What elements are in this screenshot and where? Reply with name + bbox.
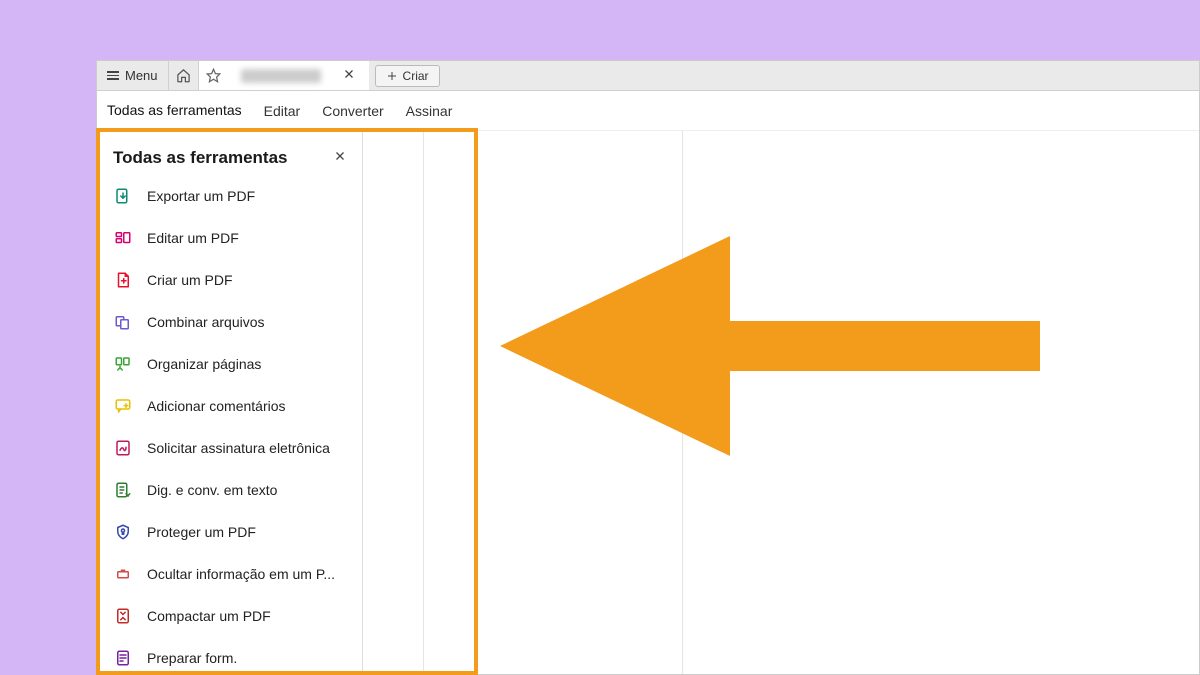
export-pdf-icon (113, 186, 133, 206)
create-label: Criar (403, 69, 429, 83)
star-button[interactable] (199, 61, 229, 90)
tab-all-tools[interactable]: Todas as ferramentas (107, 92, 242, 131)
menu-button[interactable]: Menu (97, 61, 169, 90)
tool-organize[interactable]: Organizar páginas (113, 354, 350, 374)
tools-panel-header: Todas as ferramentas (113, 147, 350, 168)
tool-esign[interactable]: Solicitar assinatura eletrônica (113, 438, 350, 458)
document-page (423, 131, 683, 674)
tab-close-button[interactable] (339, 67, 359, 84)
plus-icon (386, 70, 398, 82)
close-icon (343, 68, 355, 80)
organize-icon (113, 354, 133, 374)
tool-label: Solicitar assinatura eletrônica (147, 440, 330, 456)
ocr-icon (113, 480, 133, 500)
protect-icon (113, 522, 133, 542)
tool-label: Criar um PDF (147, 272, 233, 288)
redact-icon (113, 564, 133, 584)
tool-label: Organizar páginas (147, 356, 261, 372)
tool-comment[interactable]: Adicionar comentários (113, 396, 350, 416)
tool-compress[interactable]: Compactar um PDF (113, 606, 350, 626)
tool-combine[interactable]: Combinar arquivos (113, 312, 350, 332)
app-window: Menu Criar Todas as ferramentas Editar C… (96, 60, 1200, 675)
tool-create-pdf[interactable]: Criar um PDF (113, 270, 350, 290)
tool-label: Compactar um PDF (147, 608, 271, 624)
tab-title-blurred (241, 69, 321, 83)
form-icon (113, 648, 133, 668)
menu-label: Menu (125, 68, 158, 83)
create-pdf-icon (113, 270, 133, 290)
tool-label: Editar um PDF (147, 230, 239, 246)
tool-edit-pdf[interactable]: Editar um PDF (113, 228, 350, 248)
tool-redact[interactable]: Ocultar informação em um P... (113, 564, 350, 584)
hamburger-icon (107, 71, 119, 80)
tab-edit[interactable]: Editar (264, 93, 301, 129)
tools-panel-title: Todas as ferramentas (113, 148, 287, 168)
tool-label: Adicionar comentários (147, 398, 286, 414)
tool-label: Ocultar informação em um P... (147, 566, 335, 582)
tool-form[interactable]: Preparar form. (113, 648, 350, 668)
tool-protect[interactable]: Proteger um PDF (113, 522, 350, 542)
tool-label: Combinar arquivos (147, 314, 265, 330)
home-button[interactable] (169, 61, 199, 90)
edit-pdf-icon (113, 228, 133, 248)
tools-panel-close[interactable] (330, 147, 350, 168)
tab-sign[interactable]: Assinar (406, 93, 453, 129)
main-area: Todas as ferramentas Exportar um PDF Edit… (97, 131, 1199, 674)
tools-panel: Todas as ferramentas Exportar um PDF Edit… (97, 131, 363, 674)
home-icon (176, 68, 191, 83)
combine-icon (113, 312, 133, 332)
topbar: Menu Criar (97, 61, 1199, 91)
tool-label: Preparar form. (147, 650, 237, 666)
tool-export-pdf[interactable]: Exportar um PDF (113, 186, 350, 206)
tab-convert[interactable]: Converter (322, 93, 383, 129)
tool-label: Dig. e conv. em texto (147, 482, 277, 498)
esign-icon (113, 438, 133, 458)
close-icon (334, 150, 346, 162)
document-tab[interactable] (199, 61, 369, 90)
compress-icon (113, 606, 133, 626)
tool-label: Exportar um PDF (147, 188, 255, 204)
nav-tabs: Todas as ferramentas Editar Converter As… (97, 91, 1199, 131)
tool-list: Exportar um PDF Editar um PDF Criar um PDF… (113, 186, 350, 668)
tool-label: Proteger um PDF (147, 524, 256, 540)
document-area[interactable] (363, 131, 1199, 674)
tool-ocr[interactable]: Dig. e conv. em texto (113, 480, 350, 500)
create-button[interactable]: Criar (375, 65, 440, 87)
star-icon (206, 68, 221, 83)
comment-icon (113, 396, 133, 416)
